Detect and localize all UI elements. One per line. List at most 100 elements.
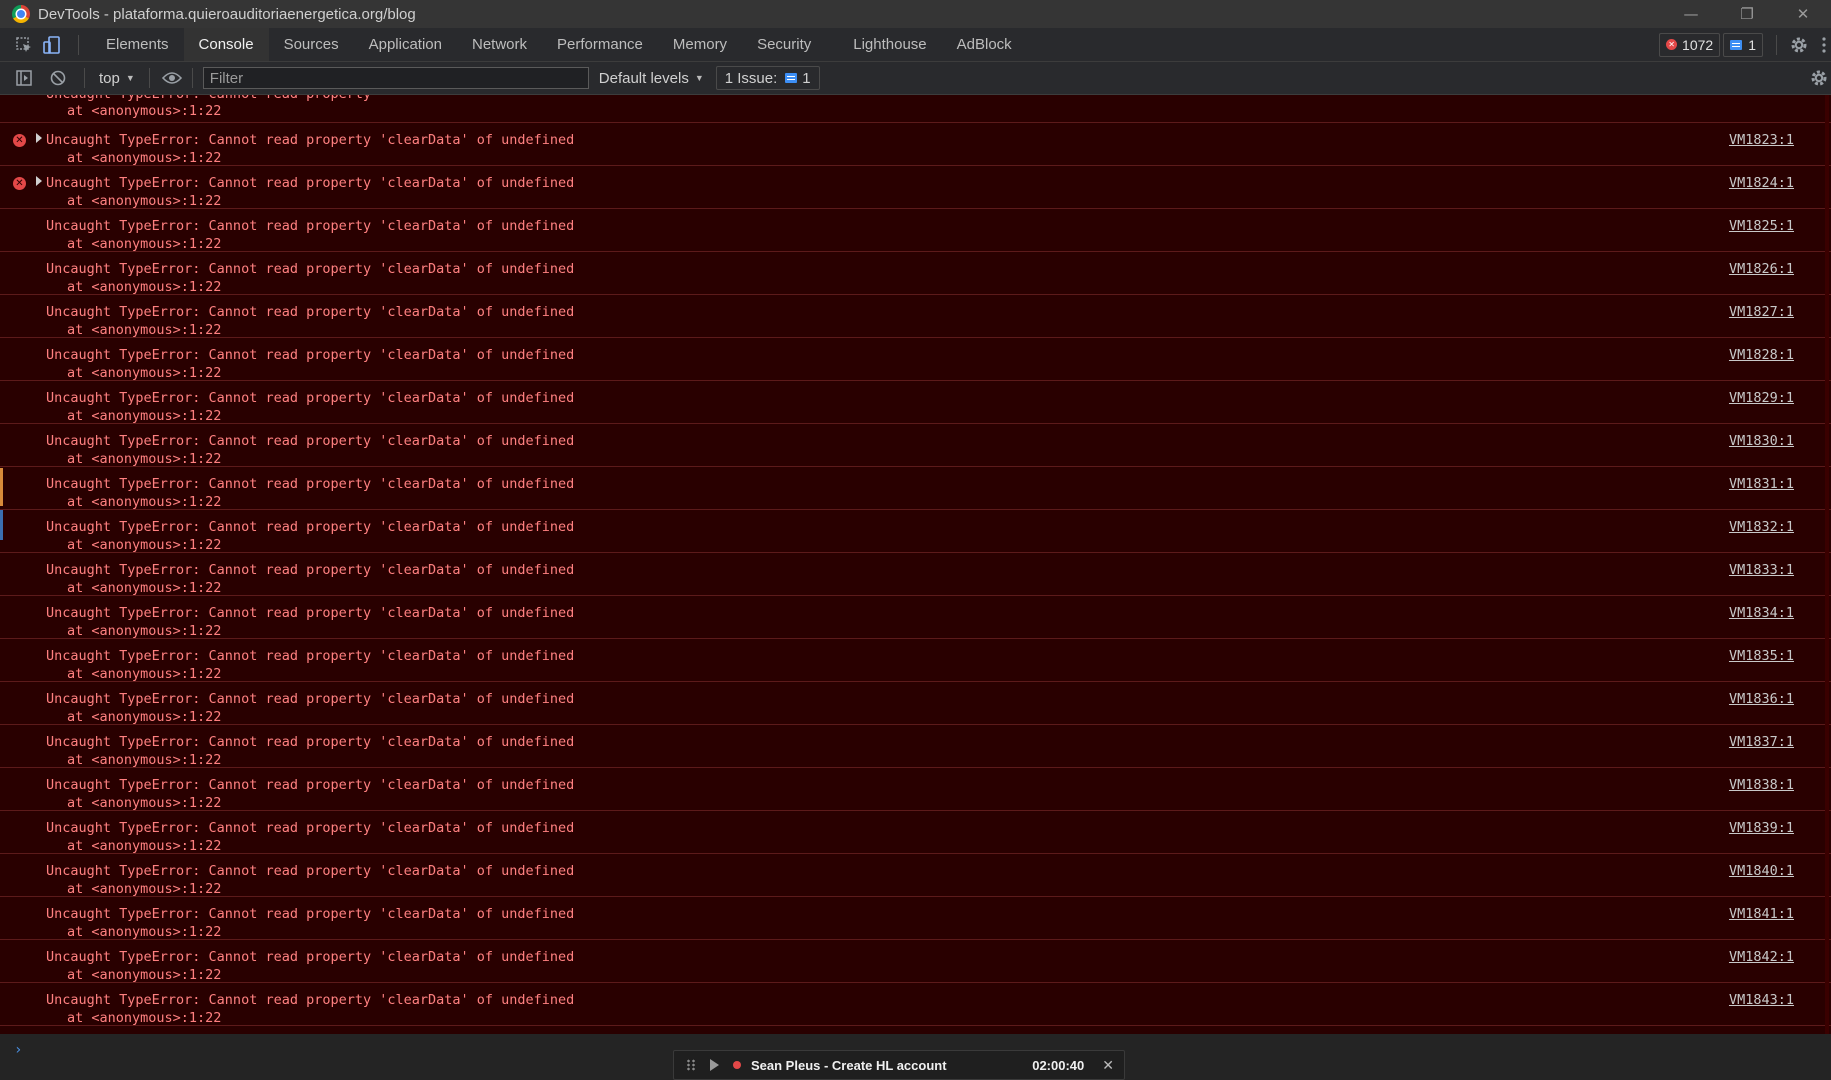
restore-button[interactable]: ❐: [1719, 0, 1775, 28]
console-scrollbar[interactable]: [1825, 95, 1829, 1034]
console-message[interactable]: ✕ Uncaught TypeError: Cannot read propert…: [0, 166, 1831, 209]
expand-triangle-icon[interactable]: [36, 133, 42, 143]
console-message[interactable]: Uncaught TypeError: Cannot read property…: [0, 338, 1831, 381]
filter-input[interactable]: [202, 67, 589, 89]
source-link[interactable]: VM1834:1: [1729, 604, 1794, 622]
issues-count: 1: [802, 69, 811, 87]
console-messages[interactable]: Uncaught TypeError: Cannot read property…: [0, 95, 1831, 1034]
console-message[interactable]: Uncaught TypeError: Cannot read property…: [0, 639, 1831, 682]
source-link[interactable]: VM1840:1: [1729, 862, 1794, 880]
message-text: Uncaught TypeError: Cannot read property…: [46, 691, 575, 707]
clear-console-button[interactable]: [46, 66, 70, 90]
context-selector[interactable]: top ▼: [99, 70, 135, 87]
source-link[interactable]: VM1824:1: [1729, 174, 1794, 192]
message-stack: at <anonymous>:1:22: [67, 193, 222, 209]
chevron-down-icon: ▼: [125, 73, 135, 83]
console-message[interactable]: Uncaught TypeError: Cannot read property…: [0, 940, 1831, 983]
source-link[interactable]: VM1833:1: [1729, 561, 1794, 579]
tab-application[interactable]: Application: [354, 28, 457, 61]
message-text: Uncaught TypeError: Cannot read property…: [46, 992, 575, 1008]
message-text: Uncaught TypeError: Cannot read property…: [46, 476, 575, 492]
more-options-button[interactable]: [1817, 33, 1831, 57]
source-link[interactable]: VM1843:1: [1729, 991, 1794, 1009]
message-stack: at <anonymous>:1:22: [67, 322, 222, 338]
window-title: DevTools - plataforma.quieroauditoriaene…: [38, 5, 416, 23]
recorder-bar: Sean Pleus - Create HL account 02:00:40 …: [673, 1050, 1125, 1080]
kebab-menu-icon: [1822, 36, 1826, 53]
console-message[interactable]: Uncaught TypeError: Cannot read property…: [0, 897, 1831, 940]
close-window-button[interactable]: ✕: [1775, 0, 1831, 28]
tab-separator: [78, 34, 79, 55]
source-link[interactable]: VM1823:1: [1729, 131, 1794, 149]
source-link[interactable]: VM1827:1: [1729, 303, 1794, 321]
tab-memory[interactable]: Memory: [658, 28, 742, 61]
message-stack: at <anonymous>:1:22: [67, 494, 222, 510]
tab-adblock[interactable]: AdBlock: [942, 28, 1027, 61]
message-text: Uncaught TypeError: Cannot read property…: [46, 820, 575, 836]
console-settings-button[interactable]: [1807, 66, 1831, 90]
tab-security[interactable]: Security: [742, 28, 826, 61]
recording-title: Sean Pleus - Create HL account: [751, 1057, 947, 1073]
tab-sources[interactable]: Sources: [269, 28, 354, 61]
source-link[interactable]: VM1836:1: [1729, 690, 1794, 708]
source-link[interactable]: VM1842:1: [1729, 948, 1794, 966]
console-message[interactable]: Uncaught TypeError: Cannot read property…: [0, 682, 1831, 725]
source-link[interactable]: VM1825:1: [1729, 217, 1794, 235]
console-message[interactable]: ✕ Uncaught TypeError: Cannot read propert…: [0, 123, 1831, 166]
message-counter[interactable]: 1: [1723, 32, 1763, 57]
source-link[interactable]: VM1831:1: [1729, 475, 1794, 493]
source-link[interactable]: VM1828:1: [1729, 346, 1794, 364]
source-link[interactable]: VM1838:1: [1729, 776, 1794, 794]
inspect-element-button[interactable]: [12, 33, 36, 57]
error-counter[interactable]: ✕ 1072: [1659, 32, 1721, 57]
message-icon: [1730, 39, 1743, 50]
tab-elements[interactable]: Elements: [91, 28, 184, 61]
console-message[interactable]: Uncaught TypeError: Cannot read property…: [0, 209, 1831, 252]
console-message[interactable]: Uncaught TypeError: Cannot read property…: [0, 510, 1831, 553]
device-toolbar-button[interactable]: [40, 33, 64, 57]
source-link[interactable]: VM1830:1: [1729, 432, 1794, 450]
gear-icon: [1791, 37, 1807, 52]
console-message[interactable]: Uncaught TypeError: Cannot read property…: [0, 596, 1831, 639]
source-link[interactable]: VM1841:1: [1729, 905, 1794, 923]
tab-lighthouse[interactable]: Lighthouse: [838, 28, 941, 61]
settings-button[interactable]: [1787, 33, 1811, 57]
message-text: Uncaught TypeError: Cannot read property…: [46, 648, 575, 664]
source-link[interactable]: VM1826:1: [1729, 260, 1794, 278]
console-message[interactable]: Uncaught TypeError: Cannot read property…: [0, 553, 1831, 596]
console-message[interactable]: Uncaught TypeError: Cannot read property…: [0, 725, 1831, 768]
message-stack: at <anonymous>:1:22: [67, 537, 222, 553]
show-sidebar-button[interactable]: [12, 66, 36, 90]
log-levels-dropdown[interactable]: Default levels ▼: [599, 70, 704, 87]
close-recorder-button[interactable]: ✕: [1102, 1057, 1114, 1074]
live-expression-button[interactable]: [160, 66, 184, 90]
toolbar-separator: [191, 68, 193, 88]
tab-console[interactable]: Console: [183, 28, 269, 61]
issues-button[interactable]: 1 Issue: 1: [715, 66, 820, 90]
message-text: Uncaught TypeError: Cannot read property…: [46, 433, 575, 449]
source-link[interactable]: VM1837:1: [1729, 733, 1794, 751]
console-message[interactable]: Uncaught TypeError: Cannot read property…: [0, 467, 1831, 510]
console-message[interactable]: Uncaught TypeError: Cannot read property…: [0, 424, 1831, 467]
tab-performance[interactable]: Performance: [542, 28, 658, 61]
console-message[interactable]: Uncaught TypeError: Cannot read property…: [0, 95, 1831, 123]
drag-handle-icon[interactable]: [686, 1059, 696, 1071]
console-message[interactable]: Uncaught TypeError: Cannot read property…: [0, 983, 1831, 1026]
console-message[interactable]: Uncaught TypeError: Cannot read property…: [0, 252, 1831, 295]
expand-triangle-icon[interactable]: [36, 176, 42, 186]
console-message[interactable]: Uncaught TypeError: Cannot read property…: [0, 768, 1831, 811]
source-link[interactable]: VM1832:1: [1729, 518, 1794, 536]
console-message[interactable]: Uncaught TypeError: Cannot read property…: [0, 295, 1831, 338]
source-link[interactable]: VM1829:1: [1729, 389, 1794, 407]
tab-network[interactable]: Network: [457, 28, 542, 61]
error-count: 1072: [1682, 36, 1714, 53]
source-link[interactable]: VM1835:1: [1729, 647, 1794, 665]
minimize-button[interactable]: —: [1663, 0, 1719, 28]
console-message[interactable]: Uncaught TypeError: Cannot read property…: [0, 381, 1831, 424]
message-stack: at <anonymous>:1:22: [67, 279, 222, 295]
console-message[interactable]: Uncaught TypeError: Cannot read property…: [0, 811, 1831, 854]
console-message[interactable]: Uncaught TypeError: Cannot read property…: [0, 854, 1831, 897]
message-stack: at <anonymous>:1:22: [67, 967, 222, 983]
source-link[interactable]: VM1839:1: [1729, 819, 1794, 837]
play-icon[interactable]: [710, 1059, 719, 1071]
